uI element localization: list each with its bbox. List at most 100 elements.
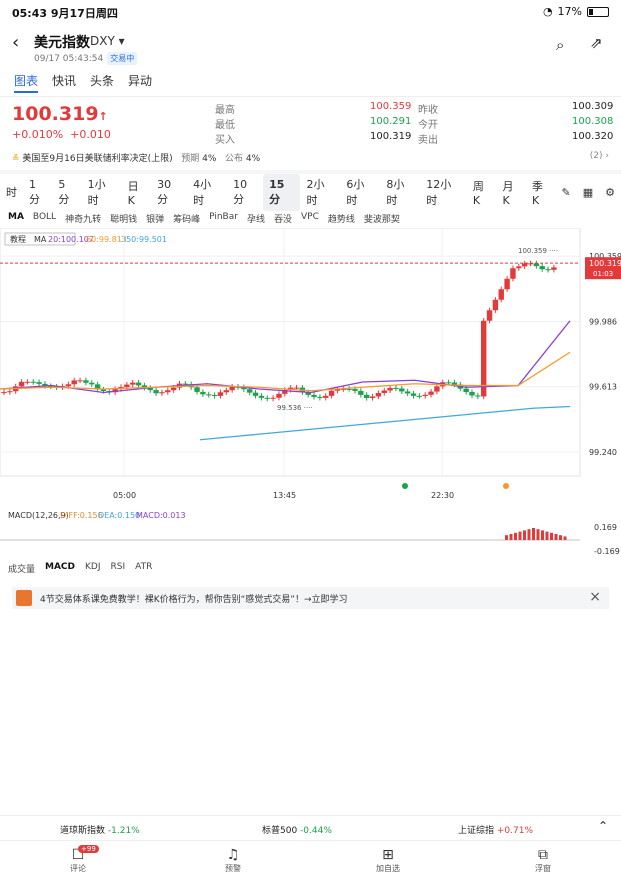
nav-comment[interactable]: ☐ +99 评论 <box>48 847 108 874</box>
settings-icon[interactable]: ⚙ <box>599 186 621 199</box>
tab-movers[interactable]: 异动 <box>128 72 152 93</box>
battery-level: 17% <box>558 5 582 18</box>
indicator-item[interactable]: 聪明钱 <box>110 212 137 225</box>
y-tick-label: 99.240 <box>589 448 617 457</box>
promo-banner[interactable]: 4节交易体系课免费教学！裸K价格行为，帮你告别“感觉式交易”！→立即学习 × <box>12 587 609 609</box>
macd-bar <box>541 530 544 540</box>
period-1[interactable]: 时 <box>0 184 23 200</box>
y-tick-label: 99.613 <box>589 383 617 392</box>
tab-chart[interactable]: 图表 <box>14 72 38 93</box>
indicator-item[interactable]: PinBar <box>209 212 238 225</box>
indicator-item[interactable]: 孕线 <box>247 212 265 225</box>
macd-tick-label: -0.169 <box>594 547 620 556</box>
open-value: 100.308 <box>572 116 613 127</box>
candle <box>224 390 229 392</box>
publish-value: 4% <box>246 154 260 164</box>
period-13[interactable]: 12小时 <box>420 176 467 208</box>
period-7[interactable]: 4小时 <box>187 176 227 208</box>
macd-dea: DEA:0.150 <box>98 511 140 520</box>
indicator-item[interactable]: MA <box>8 212 24 225</box>
chevron-up-icon[interactable]: ⌃ <box>598 819 608 833</box>
candle <box>364 395 369 398</box>
candle <box>101 390 106 391</box>
back-icon[interactable]: ‹ <box>12 32 19 53</box>
symbol-code[interactable]: DXY ▾ <box>90 34 125 48</box>
low-value: 100.291 <box>370 116 411 127</box>
candle <box>247 389 252 392</box>
indicator-item[interactable]: 神奇九转 <box>65 212 101 225</box>
period-5[interactable]: 日K <box>122 178 152 207</box>
lower-tab[interactable]: ATR <box>135 562 152 575</box>
indicator-item[interactable]: 斐波那契 <box>364 212 400 225</box>
layout-icon[interactable]: ▦ <box>577 186 599 199</box>
ticker-dow[interactable]: 道琼斯指数 -1.21% <box>60 823 140 836</box>
lower-tab[interactable]: MACD <box>45 562 75 575</box>
event-marker <box>503 483 509 489</box>
status-badge: 交易中 <box>107 52 137 65</box>
period-14[interactable]: 周K <box>467 178 497 207</box>
candle <box>77 380 82 381</box>
period-15[interactable]: 月K <box>496 178 526 207</box>
x-tick-label: 13:45 <box>273 491 296 500</box>
period-9[interactable]: 15分 <box>263 174 300 211</box>
search-icon[interactable]: ⌕ <box>556 36 564 54</box>
lower-tab[interactable]: 成交量 <box>8 562 35 575</box>
indicator-item[interactable]: 吞没 <box>274 212 292 225</box>
draw-tool-icon[interactable]: ✎ <box>556 186 577 199</box>
event-row[interactable]: ≚ 美国至9月16日美联储利率决定(上限) 预期 4% 公布 4% (2) › <box>12 151 609 164</box>
buy-label: 买入 <box>215 131 235 146</box>
indicator-item[interactable]: 银弹 <box>146 212 164 225</box>
macd-bar <box>550 533 553 540</box>
high-annotation: 100.359 ···· <box>518 247 558 255</box>
candle <box>165 390 170 392</box>
candle <box>382 390 387 393</box>
nav-float-window[interactable]: ⧉ 浮窗 <box>513 847 573 874</box>
buy-value: 100.319 <box>370 131 411 142</box>
period-16[interactable]: 季K <box>526 178 556 207</box>
candle <box>405 391 410 393</box>
share-icon[interactable]: ⇗ <box>590 34 603 52</box>
candle <box>499 289 504 300</box>
close-icon[interactable]: × <box>589 589 601 605</box>
period-12[interactable]: 8小时 <box>380 176 420 208</box>
candle <box>434 386 439 391</box>
indicator-item[interactable]: VPC <box>301 212 319 225</box>
tab-headlines[interactable]: 头条 <box>90 72 114 93</box>
macd-diff: DIFF:0.156 <box>60 511 103 520</box>
candle <box>534 263 539 266</box>
ticker-sp500[interactable]: 标普500 -0.44% <box>262 823 332 836</box>
macd-bar <box>519 532 522 540</box>
divider <box>0 96 621 97</box>
lower-tab[interactable]: KDJ <box>85 562 101 575</box>
tab-flash[interactable]: 快讯 <box>52 72 76 93</box>
ticker-shanghai[interactable]: 上证综指 +0.71% <box>458 823 533 836</box>
indicator-item[interactable]: 筹码峰 <box>173 212 200 225</box>
price-chart[interactable]: 教程 MA 20:100.107 60:99.813 350:99.501 MA… <box>0 228 621 558</box>
candle <box>7 391 12 392</box>
indicator-bar: MA BOLL 神奇九转 聪明钱 银弹 筹码峰 PinBar 孕线 吞没 VPC… <box>8 212 400 225</box>
period-3[interactable]: 5分 <box>52 178 81 207</box>
period-2[interactable]: 1分 <box>23 178 52 207</box>
period-4[interactable]: 1小时 <box>82 176 122 208</box>
candle <box>159 392 164 393</box>
period-11[interactable]: 6小时 <box>340 176 380 208</box>
lower-tab[interactable]: RSI <box>111 562 126 575</box>
chart-canvas[interactable]: 教程 MA 20:100.107 60:99.813 350:99.501 MA… <box>0 228 621 558</box>
candle <box>545 269 550 270</box>
nav-alert[interactable]: ♫ 预警 <box>203 847 263 874</box>
index-ticker: 道琼斯指数 -1.21% 标普500 -0.44% 上证综指 +0.71% ⌃ <box>0 815 621 839</box>
candle <box>89 383 94 385</box>
candle <box>276 394 281 398</box>
indicator-item[interactable]: BOLL <box>33 212 56 225</box>
period-10[interactable]: 2小时 <box>300 176 340 208</box>
ma350-legend: 350:99.501 <box>121 235 167 244</box>
y-tick-label: 99.986 <box>589 317 617 326</box>
candle <box>171 388 176 391</box>
candle <box>452 382 457 384</box>
nav-add-watch[interactable]: ⊞ 加自选 <box>358 847 418 874</box>
period-6[interactable]: 30分 <box>151 178 187 207</box>
battery-icon <box>587 7 609 17</box>
candle <box>19 382 24 387</box>
indicator-item[interactable]: 趋势线 <box>328 212 355 225</box>
period-8[interactable]: 10分 <box>227 178 263 207</box>
